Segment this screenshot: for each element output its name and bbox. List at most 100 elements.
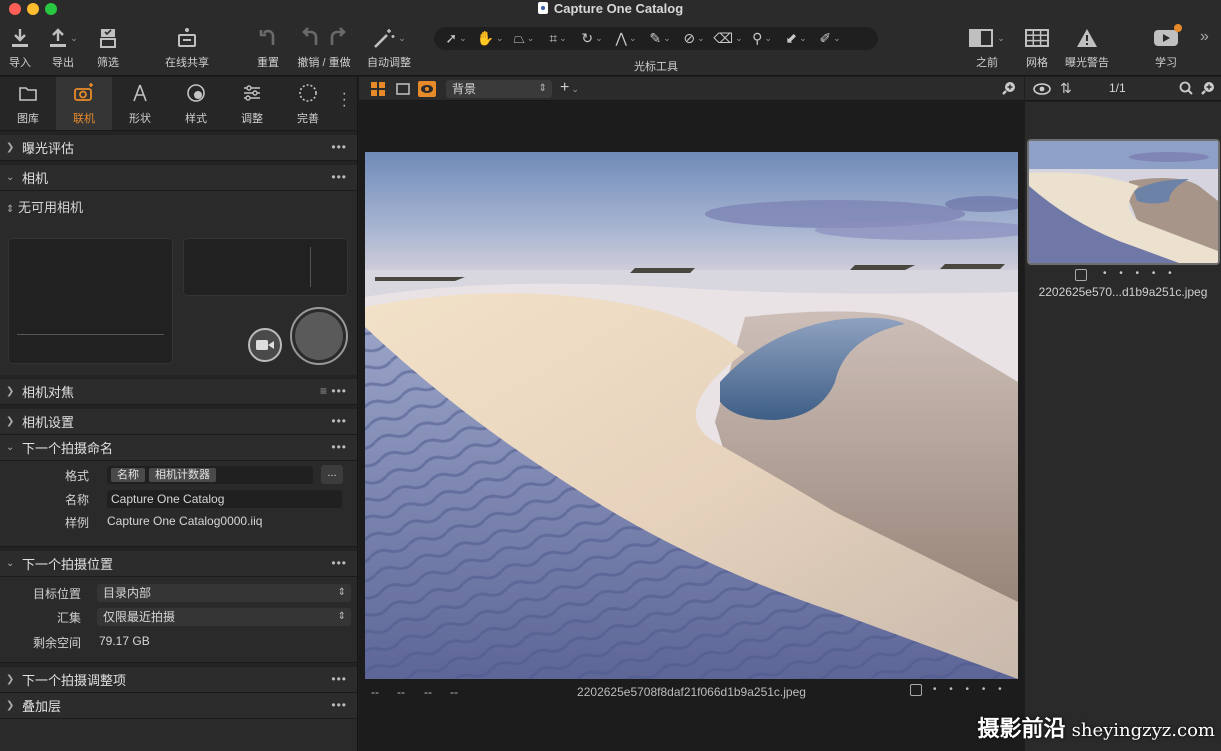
chevron-right-icon: ❯ <box>6 674 15 685</box>
export-button[interactable]: ⌄ 导出 <box>46 24 80 70</box>
import-button[interactable]: 导入 <box>6 24 34 70</box>
warning-icon <box>1062 24 1112 52</box>
single-view-icon[interactable] <box>396 82 410 99</box>
section-next-capture-location[interactable]: ⌄ 下一个拍摄位置 ••• <box>0 551 357 577</box>
list-icon[interactable]: ≡ <box>320 384 327 398</box>
chevron-down-icon: ⌄ <box>6 172 15 183</box>
name-field[interactable]: Capture One Catalog <box>107 490 342 508</box>
section-exposure-evaluation[interactable]: ❯ 曝光评估 ••• <box>0 135 357 161</box>
proof-eye-icon[interactable] <box>418 81 436 100</box>
more-vertical-icon[interactable]: · · · <box>342 86 347 114</box>
keystone-icon: ⏢ <box>513 30 525 46</box>
tools-panel: 图库 联机 形状 样式 调整 完善 ··· ❯ 曝光评估 ••• ⌄ 相机 <box>0 77 358 751</box>
section-camera-settings[interactable]: ❯ 相机设置 ••• <box>0 409 357 435</box>
thumbnail[interactable] <box>1027 139 1220 265</box>
name-token[interactable]: 名称 <box>111 468 145 482</box>
chevron-right-icon: ❯ <box>6 386 15 397</box>
tab-library[interactable]: 图库 <box>0 77 56 130</box>
before-button[interactable]: ⌄ 之前 <box>964 24 1010 70</box>
auto-adjust-button[interactable]: ⌄ 自动调整 <box>366 24 412 70</box>
tab-capture[interactable]: 联机 <box>56 77 112 130</box>
crop-cursor-tool[interactable]: ⌗ ⌄ <box>542 29 574 49</box>
chevron-down-icon: ⌄ <box>595 33 603 43</box>
chevron-right-icon: ❯ <box>6 142 15 153</box>
chevron-down-icon: ⌄ <box>6 442 15 453</box>
live-share-label: 在线共享 <box>165 57 209 69</box>
background-select[interactable]: 背景 ⇕ <box>446 80 552 98</box>
tab-style[interactable]: 样式 <box>168 77 224 130</box>
section-next-capture-adjustments[interactable]: ❯ 下一个拍摄调整项 ••• <box>0 667 357 693</box>
undo-redo-button[interactable]: 撤销 / 重做 <box>296 24 352 70</box>
format-field[interactable]: 名称 相机计数器 <box>107 466 313 484</box>
more-icon[interactable]: ••• <box>331 414 347 428</box>
exposure-warning-button[interactable]: 曝光警告 <box>1062 24 1112 70</box>
brush-cursor-tool[interactable]: ✎ ⌄ <box>644 29 676 49</box>
more-icon[interactable]: ••• <box>331 672 347 686</box>
multi-view-icon[interactable] <box>371 82 385 99</box>
select-checkbox[interactable] <box>910 684 922 696</box>
live-share-button[interactable]: 在线共享 <box>162 24 212 70</box>
grid-button[interactable]: 网格 <box>1022 24 1052 70</box>
reset-button[interactable]: 重置 <box>254 24 282 70</box>
section-title: 相机 <box>22 171 49 186</box>
thumb-checkbox[interactable] <box>1075 269 1087 281</box>
no-camera-label: 无可用相机 <box>18 200 84 215</box>
eye-icon[interactable] <box>1033 82 1051 99</box>
toolbar-overflow-icon[interactable]: » <box>1200 28 1209 46</box>
style-icon <box>168 83 224 107</box>
chevron-down-icon: ⌄ <box>70 32 78 43</box>
more-icon[interactable]: ••• <box>331 440 347 454</box>
tab-lens[interactable]: 形状 <box>112 77 168 130</box>
camera-counter-token[interactable]: 相机计数器 <box>149 468 216 482</box>
format-options-button[interactable]: ... <box>321 465 343 484</box>
pan-cursor-tool[interactable]: ✋ ⌄ <box>474 29 506 49</box>
keystone-cursor-tool[interactable]: ⏢ ⌄ <box>508 29 540 49</box>
select-cursor-tool[interactable]: ➚ ⌄ <box>440 29 472 49</box>
import-icon <box>6 24 34 52</box>
viewer-toolbar: 背景 ⇕ + ⌄ <box>359 77 1024 101</box>
rotate-cursor-tool[interactable]: ↻ ⌄ <box>576 29 608 49</box>
annotate-cursor-tool[interactable]: ✐ ⌄ <box>814 29 846 49</box>
live-view-button[interactable] <box>248 328 282 362</box>
rating-dots[interactable]: • • • • • <box>933 684 1007 695</box>
section-overlay[interactable]: ❯ 叠加层 ••• <box>0 693 357 719</box>
section-camera[interactable]: ⌄ 相机 ••• <box>0 165 357 191</box>
rotate-icon: ↻ <box>581 30 594 46</box>
camera-select[interactable]: ⇕ 无可用相机 <box>6 197 83 216</box>
apply-cursor-tool[interactable]: ⬋ ⌄ <box>780 29 812 49</box>
thumb-rating-dots[interactable]: • • • • • <box>1103 268 1177 279</box>
undo-redo-icon <box>296 24 352 52</box>
picker-cursor-tool[interactable]: ⚲ ⌄ <box>746 29 778 49</box>
tab-adjust[interactable]: 调整 <box>224 77 280 130</box>
add-icon[interactable]: + ⌄ <box>560 79 579 97</box>
thumb-filename: 2202625e570...d1b9a251c.jpeg <box>1038 285 1208 299</box>
more-icon[interactable]: ••• <box>331 698 347 712</box>
learn-button[interactable]: 学习 <box>1150 24 1182 70</box>
search-icon[interactable] <box>1179 81 1193 98</box>
viewer-photo[interactable] <box>365 152 1018 679</box>
name-label: 名称 <box>65 493 90 507</box>
zoom-icon[interactable] <box>1201 81 1215 98</box>
chevron-down-icon: ⌄ <box>764 33 772 43</box>
more-icon[interactable]: ••• <box>331 170 347 184</box>
lens-cursor-tool[interactable]: ⋀ ⌄ <box>610 29 642 49</box>
sort-icon[interactable]: ⇅ <box>1060 80 1072 97</box>
more-icon[interactable]: ••• <box>331 140 347 154</box>
more-icon[interactable]: ••• <box>331 384 347 398</box>
watermark-cn: 摄影前沿 <box>977 716 1066 741</box>
tab-refine[interactable]: 完善 <box>280 77 336 130</box>
remaining-space-label: 剩余空间 <box>33 636 82 650</box>
filter-button[interactable]: 筛选 <box>94 24 122 70</box>
zoom-icon[interactable] <box>1002 81 1016 98</box>
capture-shutter-button[interactable] <box>290 307 348 365</box>
tab-lens-label: 形状 <box>129 113 151 125</box>
image-browser: • • • • • 2202625e570...d1b9a251c.jpeg <box>1025 102 1221 751</box>
chevron-right-icon: ❯ <box>6 700 15 711</box>
collection-select[interactable]: 仅限最近拍摄 ⇕ <box>97 608 351 626</box>
destination-select[interactable]: 目录内部 ⇕ <box>97 584 351 602</box>
erase-cursor-tool[interactable]: ⌫ ⌄ <box>712 29 744 49</box>
more-icon[interactable]: ••• <box>331 556 347 570</box>
heal-cursor-tool[interactable]: ⊘ ⌄ <box>678 29 710 49</box>
section-camera-focus[interactable]: ❯ 相机对焦 ≡ ••• <box>0 379 357 405</box>
section-next-capture-naming[interactable]: ⌄ 下一个拍摄命名 ••• <box>0 435 357 461</box>
